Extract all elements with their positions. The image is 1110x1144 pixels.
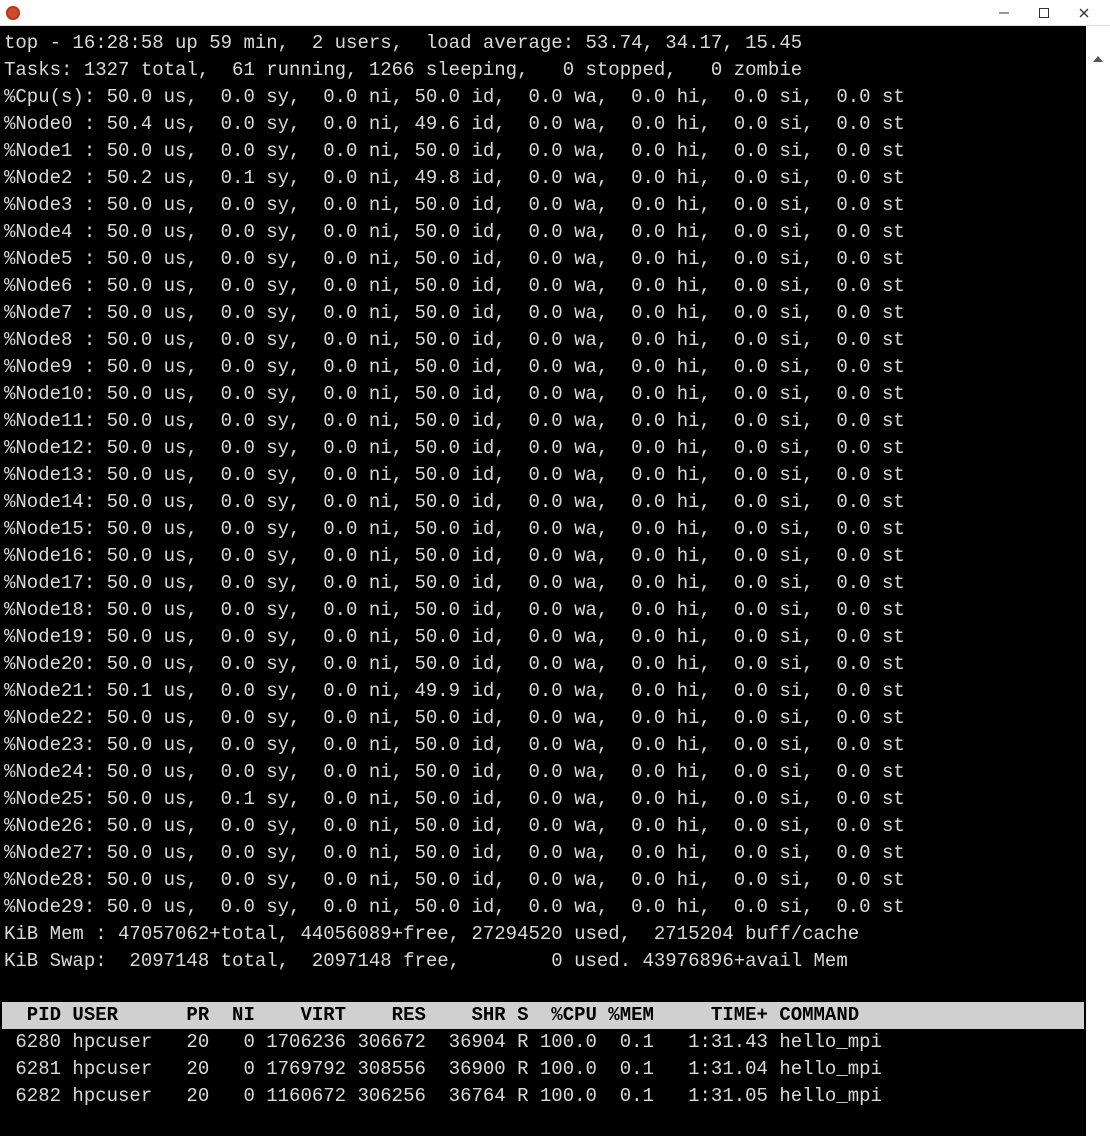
process-row: 6282 hpcuser 20 0 1160672 306256 36764 R… xyxy=(2,1083,1084,1110)
node-line: %Node22: 50.0 us, 0.0 sy, 0.0 ni, 50.0 i… xyxy=(2,705,1084,732)
blank-line xyxy=(2,975,1084,1002)
node-line: %Node29: 50.0 us, 0.0 sy, 0.0 ni, 50.0 i… xyxy=(2,894,1084,921)
node-line: %Node8 : 50.0 us, 0.0 sy, 0.0 ni, 50.0 i… xyxy=(2,327,1084,354)
node-line: %Node12: 50.0 us, 0.0 sy, 0.0 ni, 50.0 i… xyxy=(2,435,1084,462)
scrollbar[interactable] xyxy=(1086,52,1110,1144)
node-line: %Node19: 50.0 us, 0.0 sy, 0.0 ni, 50.0 i… xyxy=(2,624,1084,651)
maximize-button[interactable] xyxy=(1024,2,1064,24)
mem-line: KiB Mem : 47057062+total, 44056089+free,… xyxy=(2,921,1084,948)
node-line: %Node24: 50.0 us, 0.0 sy, 0.0 ni, 50.0 i… xyxy=(2,759,1084,786)
node-line: %Node15: 50.0 us, 0.0 sy, 0.0 ni, 50.0 i… xyxy=(2,516,1084,543)
node-line: %Node21: 50.1 us, 0.0 sy, 0.0 ni, 49.9 i… xyxy=(2,678,1084,705)
node-line: %Node17: 50.0 us, 0.0 sy, 0.0 ni, 50.0 i… xyxy=(2,570,1084,597)
node-line: %Node10: 50.0 us, 0.0 sy, 0.0 ni, 50.0 i… xyxy=(2,381,1084,408)
app-icon xyxy=(6,6,20,20)
swap-line: KiB Swap: 2097148 total, 2097148 free, 0… xyxy=(2,948,1084,975)
node-line: %Node6 : 50.0 us, 0.0 sy, 0.0 ni, 50.0 i… xyxy=(2,273,1084,300)
window-titlebar xyxy=(0,0,1110,26)
node-line: %Node16: 50.0 us, 0.0 sy, 0.0 ni, 50.0 i… xyxy=(2,543,1084,570)
node-line: %Node26: 50.0 us, 0.0 sy, 0.0 ni, 50.0 i… xyxy=(2,813,1084,840)
node-line: %Node27: 50.0 us, 0.0 sy, 0.0 ni, 50.0 i… xyxy=(2,840,1084,867)
node-line: %Node1 : 50.0 us, 0.0 sy, 0.0 ni, 50.0 i… xyxy=(2,138,1084,165)
node-line: %Node7 : 50.0 us, 0.0 sy, 0.0 ni, 50.0 i… xyxy=(2,300,1084,327)
node-line: %Node14: 50.0 us, 0.0 sy, 0.0 ni, 50.0 i… xyxy=(2,489,1084,516)
node-line: %Node3 : 50.0 us, 0.0 sy, 0.0 ni, 50.0 i… xyxy=(2,192,1084,219)
node-line: %Node4 : 50.0 us, 0.0 sy, 0.0 ni, 50.0 i… xyxy=(2,219,1084,246)
cpu-line: %Cpu(s): 50.0 us, 0.0 sy, 0.0 ni, 50.0 i… xyxy=(2,84,1084,111)
tasks-line: Tasks: 1327 total, 61 running, 1266 slee… xyxy=(2,57,1084,84)
top-summary-line: top - 16:28:58 up 59 min, 2 users, load … xyxy=(2,30,1084,57)
close-button[interactable] xyxy=(1064,2,1104,24)
scroll-up-icon[interactable] xyxy=(1093,56,1103,62)
terminal-output[interactable]: top - 16:28:58 up 59 min, 2 users, load … xyxy=(0,26,1086,1136)
node-line: %Node28: 50.0 us, 0.0 sy, 0.0 ni, 50.0 i… xyxy=(2,867,1084,894)
process-row: 6281 hpcuser 20 0 1769792 308556 36900 R… xyxy=(2,1056,1084,1083)
node-line: %Node9 : 50.0 us, 0.0 sy, 0.0 ni, 50.0 i… xyxy=(2,354,1084,381)
minimize-button[interactable] xyxy=(984,2,1024,24)
node-line: %Node5 : 50.0 us, 0.0 sy, 0.0 ni, 50.0 i… xyxy=(2,246,1084,273)
node-line: %Node0 : 50.4 us, 0.0 sy, 0.0 ni, 49.6 i… xyxy=(2,111,1084,138)
node-line: %Node25: 50.0 us, 0.1 sy, 0.0 ni, 50.0 i… xyxy=(2,786,1084,813)
node-line: %Node11: 50.0 us, 0.0 sy, 0.0 ni, 50.0 i… xyxy=(2,408,1084,435)
process-row: 6280 hpcuser 20 0 1706236 306672 36904 R… xyxy=(2,1029,1084,1056)
node-line: %Node2 : 50.2 us, 0.1 sy, 0.0 ni, 49.8 i… xyxy=(2,165,1084,192)
node-line: %Node13: 50.0 us, 0.0 sy, 0.0 ni, 50.0 i… xyxy=(2,462,1084,489)
node-line: %Node18: 50.0 us, 0.0 sy, 0.0 ni, 50.0 i… xyxy=(2,597,1084,624)
process-table-header: PID USER PR NI VIRT RES SHR S %CPU %MEM … xyxy=(2,1002,1084,1029)
node-line: %Node20: 50.0 us, 0.0 sy, 0.0 ni, 50.0 i… xyxy=(2,651,1084,678)
node-line: %Node23: 50.0 us, 0.0 sy, 0.0 ni, 50.0 i… xyxy=(2,732,1084,759)
